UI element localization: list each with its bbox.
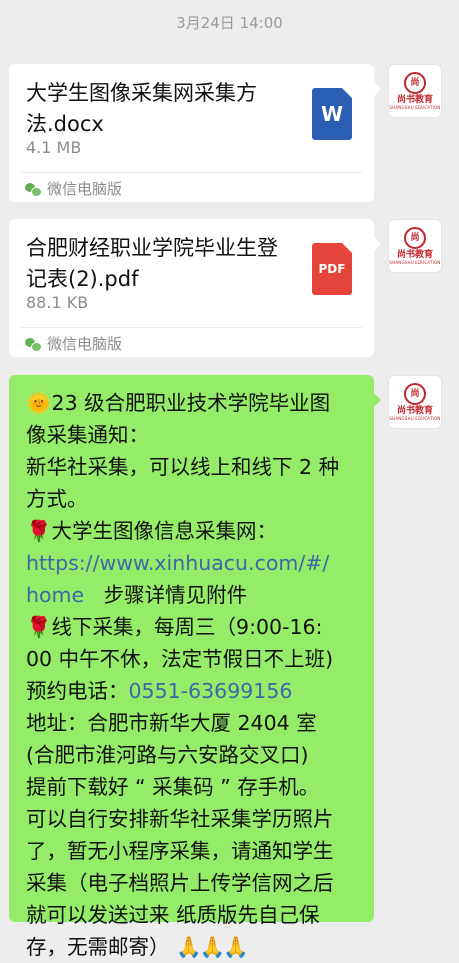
- message-line: 采集（电子档照片上传学信网之后: [26, 871, 334, 895]
- logo-seal: 尚: [404, 72, 426, 94]
- message-line: 🌞23 级合肥职业技术学院毕业图: [26, 391, 331, 415]
- file-name: 合肥财经职业学院毕业生登记表(2).pdf: [26, 236, 278, 291]
- file-type-label: PDF: [318, 262, 346, 276]
- source-label: 微信电脑版: [47, 335, 123, 353]
- avatar-brand-en: SHANGSHU EDUCATION: [389, 416, 441, 421]
- message-line: 可以自行安排新华社采集学历照片: [26, 807, 334, 831]
- avatar[interactable]: 尚 尚书教育 SHANGSHU EDUCATION: [388, 219, 442, 273]
- message-line: home 步骤详情见附件: [26, 583, 248, 607]
- message-line: 方式。: [26, 487, 88, 511]
- phone-link[interactable]: 0551-63699156: [129, 679, 293, 703]
- message-line: https://www.xinhuacu.com/#/: [26, 547, 360, 579]
- message-line: 地址：合肥市新华大厦 2404 室: [26, 711, 317, 735]
- rose-emoji-icon: 🌹: [26, 615, 52, 639]
- website-link[interactable]: home: [26, 583, 84, 607]
- avatar[interactable]: 尚 尚书教育 SHANGSHU EDUCATION: [388, 375, 442, 429]
- logo-seal: 尚: [404, 227, 426, 249]
- message-source: 微信电脑版: [25, 178, 122, 199]
- divider: [21, 172, 362, 173]
- file-message-docx[interactable]: 大学生图像采集网采集方法.docx 4.1 MB W 微信电脑版: [9, 64, 381, 202]
- avatar-brand: 尚书教育: [396, 95, 433, 105]
- text-message-bubble[interactable]: 🌞23 级合肥职业技术学院毕业图 像采集通知： 新华社采集，可以线上和线下 2 …: [9, 375, 381, 959]
- avatar-brand: 尚书教育: [396, 250, 433, 260]
- file-name: 大学生图像采集网采集方法.docx: [26, 81, 257, 136]
- praying-hands-emoji-icon: 🙏🙏🙏: [176, 935, 249, 959]
- message-line: 像采集通知：: [26, 423, 149, 447]
- wechat-icon: [25, 182, 42, 197]
- message-line: 预约电话：0551-63699156: [26, 679, 293, 703]
- wechat-icon: [25, 337, 42, 352]
- word-document-icon: W: [312, 88, 352, 140]
- message-line: 🌹线下采集，每周三（9:00-16:: [26, 615, 323, 639]
- website-link[interactable]: https://www.xinhuacu.com/#/: [26, 551, 329, 575]
- avatar-brand: 尚书教育: [396, 406, 433, 416]
- avatar-brand-en: SHANGSHU EDUCATION: [389, 260, 441, 265]
- avatar[interactable]: 尚 尚书教育 SHANGSHU EDUCATION: [388, 64, 442, 118]
- divider: [21, 327, 362, 328]
- avatar-brand-en: SHANGSHU EDUCATION: [389, 105, 441, 110]
- file-size: 88.1 KB: [26, 293, 89, 312]
- message-line: 新华社采集，可以线上和线下 2 种: [26, 455, 340, 479]
- message-line: 了，暂无小程序采集，请通知学生: [26, 839, 334, 863]
- pdf-document-icon: PDF: [312, 243, 352, 295]
- message-source: 微信电脑版: [25, 333, 122, 354]
- logo-seal: 尚: [404, 383, 426, 405]
- message-timestamp: 3月24日 14:00: [176, 14, 283, 32]
- file-size: 4.1 MB: [26, 138, 82, 157]
- file-message-pdf[interactable]: 合肥财经职业学院毕业生登记表(2).pdf 88.1 KB PDF 微信电脑版: [9, 219, 381, 357]
- message-line: 🌹大学生图像信息采集网：: [26, 519, 278, 543]
- sun-emoji-icon: 🌞: [26, 391, 52, 415]
- message-line: 提前下载好 “ 采集码 ” 存手机。: [26, 775, 320, 799]
- message-line: 存，无需邮寄） 🙏🙏🙏: [26, 935, 249, 959]
- file-type-label: W: [320, 102, 344, 126]
- message-line: (合肥市淮河路与六安路交叉口): [26, 743, 309, 767]
- rose-emoji-icon: 🌹: [26, 519, 52, 543]
- source-label: 微信电脑版: [47, 180, 123, 198]
- message-line: 就可以发送过来 纸质版先自己保: [26, 903, 320, 927]
- message-line: 00 中午不休，法定节假日不上班): [26, 647, 334, 671]
